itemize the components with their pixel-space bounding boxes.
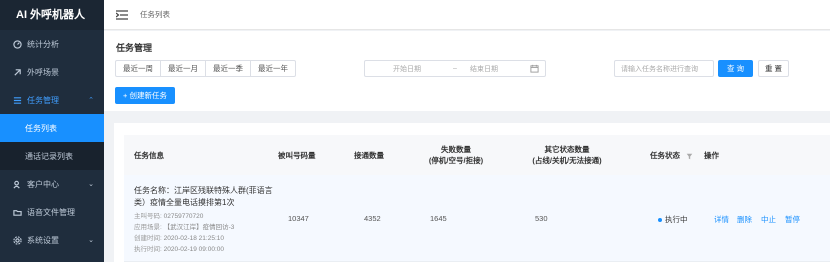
caller-number-value: 02759770720	[163, 213, 204, 220]
header-status-label: 任务状态	[650, 151, 680, 160]
connected-count: 4352	[364, 214, 381, 223]
task-icon	[12, 95, 22, 105]
task-search-input[interactable]: 请输入任务名称进行查询	[614, 60, 714, 77]
task-table: 任务信息 被叫号码量 接通数量 失败数量 (停机/空号/拒接) 其它状态数量 (…	[114, 123, 830, 262]
status-dot-icon	[658, 218, 662, 223]
sidebar-item-settings[interactable]: 系统设置 ⌄	[0, 226, 104, 254]
date-range-picker[interactable]: 开始日期 – 结束日期	[364, 60, 546, 77]
query-button[interactable]: 查 询	[718, 60, 753, 77]
start-date-placeholder: 开始日期	[393, 65, 421, 73]
app-logo: AI 外呼机器人	[0, 0, 104, 30]
header-connected-count: 接通数量	[354, 151, 384, 160]
created-label: 创建时间:	[134, 235, 162, 242]
date-range-quick-select: 最近一周 最近一月 最近一季 最近一年	[115, 60, 296, 77]
status-badge: 执行中	[658, 214, 688, 225]
sidebar-item-voice-files[interactable]: 语音文件管理	[0, 198, 104, 226]
application-scene: 应用场景: 【武汉江岸】疫情回访-3	[134, 221, 234, 231]
calendar-icon	[530, 64, 539, 73]
table-row: 任务名称：江岸区残联特殊人群(菲语言类）疫情全量电话摸排第1次 主叫号码: 02…	[124, 175, 830, 262]
filter-icon[interactable]	[686, 153, 693, 160]
customer-icon	[12, 179, 22, 189]
created-value: 2020-02-18 21:25:10	[163, 235, 224, 242]
exec-value: 2020-02-19 09:00:00	[163, 246, 224, 253]
header-other-status: 其它状态数量 (占线/关机/无法接通)	[519, 144, 615, 166]
task-name-label: 任务名称：	[134, 186, 174, 195]
sidebar-item-label: 任务管理	[27, 95, 59, 105]
task-name[interactable]: 任务名称：江岸区残联特殊人群(菲语言类）疫情全量电话摸排第1次	[134, 185, 279, 209]
reset-button[interactable]: 重 置	[758, 60, 789, 77]
delete-link[interactable]: 删除	[737, 214, 752, 225]
header-failed-count: 失败数量 (停机/空号/拒接)	[420, 144, 492, 166]
failed-count: 1645	[430, 214, 447, 223]
range-quarter-button[interactable]: 最近一季	[205, 60, 251, 77]
header-failed-line2: (停机/空号/拒接)	[428, 156, 484, 165]
exec-label: 执行时间:	[134, 246, 162, 253]
sidebar-item-label: 客户中心	[27, 179, 59, 189]
range-week-button[interactable]: 最近一周	[115, 60, 161, 77]
header-task-info: 任务信息	[134, 151, 164, 160]
range-month-button[interactable]: 最近一月	[160, 60, 206, 77]
sidebar-subitem-call-records[interactable]: 通话记录列表	[0, 142, 104, 170]
chevron-up-icon: ⌃	[88, 97, 94, 104]
header-operations: 操作	[704, 151, 719, 160]
other-status-count: 530	[535, 214, 548, 223]
sidebar-item-customer-center[interactable]: 客户中心 ⌄	[0, 170, 104, 198]
filter-panel: 任务管理 最近一周 最近一月 最近一季 最近一年 开始日期 – 结束日期 请输入…	[104, 31, 830, 111]
settings-icon	[12, 235, 22, 245]
sidebar-subitem-task-list[interactable]: 任务列表	[0, 114, 104, 142]
end-date-placeholder: 结束日期	[470, 65, 498, 73]
chevron-down-icon: ⌄	[88, 181, 94, 188]
topbar: 任务列表	[104, 0, 830, 30]
header-task-status: 任务状态	[650, 150, 693, 161]
table-header: 任务信息 被叫号码量 接通数量 失败数量 (停机/空号/拒接) 其它状态数量 (…	[124, 135, 830, 175]
created-time: 创建时间: 2020-02-18 21:25:10	[134, 232, 224, 242]
sidebar-item-statistics[interactable]: 统计分析	[0, 30, 104, 58]
execution-time: 执行时间: 2020-02-19 09:00:00	[134, 243, 224, 253]
header-other-line1: 其它状态数量	[544, 145, 590, 154]
range-year-button[interactable]: 最近一年	[250, 60, 296, 77]
sidebar-item-label: 系统设置	[27, 235, 59, 245]
chevron-down-icon: ⌄	[88, 237, 94, 244]
scene-value: 【武汉江岸】疫情回访-3	[163, 224, 235, 231]
header-other-line2: (占线/关机/无法接通)	[532, 156, 602, 165]
header-failed-line1: 失败数量	[441, 145, 471, 154]
header-called-count: 被叫号码量	[278, 151, 316, 160]
stop-link[interactable]: 中止	[761, 214, 776, 225]
main-content: 任务列表 任务管理 最近一周 最近一月 最近一季 最近一年 开始日期 – 结束日…	[104, 0, 830, 262]
details-link[interactable]: 详情	[714, 214, 729, 225]
sidebar-item-label: 外呼场景	[27, 67, 59, 77]
caller-number: 主叫号码: 02759770720	[134, 210, 203, 220]
scene-icon	[12, 67, 22, 77]
caller-number-label: 主叫号码:	[134, 213, 162, 220]
create-task-button[interactable]: + 创建新任务	[115, 87, 175, 104]
breadcrumb[interactable]: 任务列表	[140, 9, 170, 20]
pause-link[interactable]: 暂停	[785, 214, 800, 225]
scene-label: 应用场景:	[134, 224, 162, 231]
page-title: 任务管理	[116, 43, 153, 53]
folder-icon	[12, 207, 22, 217]
sidebar-item-label: 统计分析	[27, 39, 59, 49]
called-count: 10347	[288, 214, 309, 223]
sidebar-item-task-management[interactable]: 任务管理 ⌃	[0, 86, 104, 114]
sidebar: AI 外呼机器人 统计分析 外呼场景 任务管理 ⌃ 任务列表 通话记录列表 客户…	[0, 0, 104, 262]
dashboard-icon	[12, 39, 22, 49]
date-separator: –	[453, 65, 457, 72]
status-label: 执行中	[665, 215, 688, 224]
sidebar-item-label: 语音文件管理	[27, 207, 75, 217]
menu-toggle-icon[interactable]	[116, 9, 128, 20]
sidebar-item-scenes[interactable]: 外呼场景	[0, 58, 104, 86]
